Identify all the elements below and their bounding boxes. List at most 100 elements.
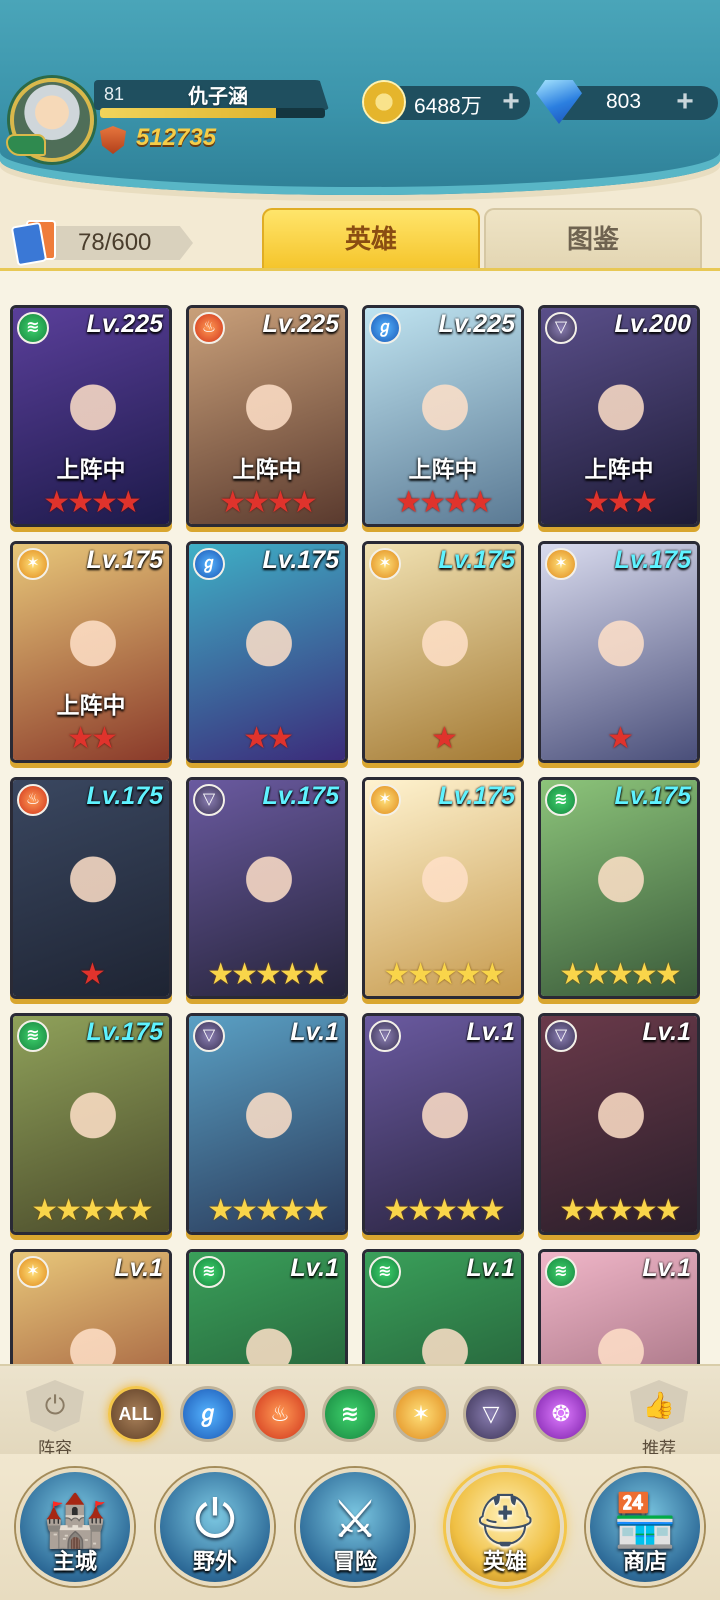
nav-label: 冒险 — [332, 1549, 377, 1574]
hero-level: Lv.175 — [86, 546, 163, 574]
filter-arcane-icon[interactable]: ❂ — [533, 1386, 589, 1442]
fire-element-icon: ♨ — [193, 312, 225, 344]
portal-icon: ⏻ — [194, 1491, 236, 1549]
hero-face — [53, 838, 133, 930]
shop-icon: 🏪 — [612, 1492, 678, 1550]
hero-card[interactable]: ✶ Lv.175 ★ — [362, 541, 524, 763]
star-rating: ★★ — [243, 722, 294, 755]
dark-element-icon: ▽ — [369, 1020, 401, 1052]
nav-heroes[interactable]: ⛑ 英雄 — [446, 1468, 564, 1586]
light-element-icon: ✶ — [17, 1256, 49, 1288]
star-rating: ★★★★ — [43, 486, 142, 519]
hero-level: Lv.175 — [86, 1018, 163, 1046]
light-element-icon: ✶ — [17, 548, 49, 580]
player-avatar[interactable] — [6, 78, 94, 162]
gold-value: 6488万 — [414, 95, 482, 118]
star-rating: ★★★★ — [219, 486, 318, 519]
hero-card[interactable]: ✶ Lv.175 ★★★★★ — [362, 777, 524, 999]
hero-card[interactable]: ♨ Lv.175 ★ — [10, 777, 172, 999]
element-filter-bar: ⏻ 阵容 ALL ℊ ♨ ≋ ✶ ▽ ❂ 👍 推荐 — [0, 1364, 720, 1458]
deployed-badge: 上阵中 — [584, 456, 654, 482]
dark-element-icon: ▽ — [545, 1020, 577, 1052]
dark-element-icon: ▽ — [545, 312, 577, 344]
knight-helmet-icon: ⛑ — [471, 1492, 539, 1550]
star-rating: ★ — [79, 958, 106, 991]
hero-face — [581, 366, 661, 458]
hero-face — [229, 1074, 309, 1166]
filter-nature-icon[interactable]: ≋ — [322, 1386, 378, 1442]
hero-card[interactable]: ≋ Lv.175 ★★★★★ — [10, 1013, 172, 1235]
castle-icon: 🏰 — [42, 1492, 108, 1550]
hero-face — [53, 602, 133, 694]
filter-light-icon[interactable]: ✶ — [393, 1386, 449, 1442]
bottom-nav: 🏰 主城 ⏻ 野外 ⚔ 冒险 ⛑ 英雄 🏪 商店 — [0, 1454, 720, 1600]
hero-level: Lv.200 — [614, 310, 691, 338]
tab-codex[interactable]: 图鉴 — [484, 208, 702, 268]
nav-wild[interactable]: ⏻ 野外 — [156, 1468, 274, 1586]
hero-face — [405, 602, 485, 694]
hero-card[interactable]: ▽ Lv.1 ★★★★★ — [538, 1013, 700, 1235]
hero-level: Lv.1 — [642, 1018, 691, 1046]
star-rating: ★★★★★ — [207, 1194, 329, 1227]
xp-bar-fill — [100, 108, 276, 118]
hero-card[interactable]: ℊ Lv.225 上阵中 ★★★★ — [362, 305, 524, 527]
hero-level: Lv.1 — [466, 1018, 515, 1046]
nav-main-city[interactable]: 🏰 主城 — [16, 1468, 134, 1586]
deployed-badge: 上阵中 — [56, 692, 126, 718]
hero-card[interactable]: ≋ Lv.1 — [186, 1249, 348, 1364]
hero-card[interactable]: ♨ Lv.225 上阵中 ★★★★ — [186, 305, 348, 527]
tab-heroes[interactable]: 英雄 — [262, 208, 480, 268]
hero-card[interactable]: ℊ Lv.175 ★★ — [186, 541, 348, 763]
hero-card[interactable]: ▽ Lv.175 ★★★★★ — [186, 777, 348, 999]
add-gems-button[interactable]: + — [670, 87, 700, 118]
star-rating: ★★★ — [583, 486, 658, 519]
recommend-button[interactable]: 👍 推荐 — [624, 1380, 694, 1459]
hero-card[interactable]: ✶ Lv.175 上阵中 ★★ — [10, 541, 172, 763]
nature-element-icon: ≋ — [193, 1256, 225, 1288]
dark-element-icon: ▽ — [193, 1020, 225, 1052]
hero-card[interactable]: ≋ Lv.1 — [362, 1249, 524, 1364]
hero-level: Lv.225 — [262, 310, 339, 338]
nav-shop[interactable]: 🏪 商店 — [586, 1468, 704, 1586]
hero-card[interactable]: ▽ Lv.1 ★★★★★ — [186, 1013, 348, 1235]
hero-face — [229, 366, 309, 458]
avatar-frame-icon — [6, 134, 46, 156]
hero-card[interactable]: ▽ Lv.1 ★★★★★ — [362, 1013, 524, 1235]
star-rating: ★★★★ — [395, 486, 494, 519]
filter-water-icon[interactable]: ℊ — [180, 1386, 236, 1442]
hero-card[interactable]: ✶ Lv.175 ★ — [538, 541, 700, 763]
add-gold-button[interactable]: + — [496, 87, 526, 118]
hero-grid-panel: ≋ Lv.225 上阵中 ★★★★ ♨ Lv.225 上阵中 ★★★★ ℊ Lv.225 上阵中 ★★… — [0, 268, 720, 1364]
water-element-icon: ℊ — [369, 312, 401, 344]
hero-level: Lv.1 — [466, 1254, 515, 1282]
light-element-icon: ✶ — [369, 548, 401, 580]
star-rating: ★★★★★ — [559, 1194, 681, 1227]
nav-label: 商店 — [622, 1549, 667, 1574]
hero-card[interactable]: ✶ Lv.1 — [10, 1249, 172, 1364]
hero-face — [229, 838, 309, 930]
star-rating: ★★★★★ — [383, 1194, 505, 1227]
hero-count: 78/600 — [78, 229, 152, 256]
filter-fire-icon[interactable]: ♨ — [252, 1386, 308, 1442]
hero-cards-icon — [10, 220, 60, 267]
nav-label: 主城 — [52, 1549, 97, 1574]
nav-label: 英雄 — [482, 1549, 527, 1574]
hero-level: Lv.175 — [86, 782, 163, 810]
star-rating: ★ — [431, 722, 458, 755]
nature-element-icon: ≋ — [545, 784, 577, 816]
star-rating: ★★★★★ — [31, 1194, 153, 1227]
nav-adventure[interactable]: ⚔ 冒险 — [296, 1468, 414, 1586]
nav-label: 野外 — [192, 1549, 237, 1574]
nature-element-icon: ≋ — [369, 1256, 401, 1288]
combat-power-value: 512735 — [136, 124, 217, 151]
hero-card[interactable]: ≋ Lv.1 — [538, 1249, 700, 1364]
hero-card[interactable]: ▽ Lv.200 上阵中 ★★★ — [538, 305, 700, 527]
filter-dark-icon[interactable]: ▽ — [463, 1386, 519, 1442]
hero-card[interactable]: ≋ Lv.225 上阵中 ★★★★ — [10, 305, 172, 527]
hero-card[interactable]: ≋ Lv.175 ★★★★★ — [538, 777, 700, 999]
hero-level: Lv.225 — [438, 310, 515, 338]
hero-face — [405, 1074, 485, 1166]
star-rating: ★★★★★ — [207, 958, 329, 991]
filter-all-button[interactable]: ALL — [108, 1386, 164, 1442]
lineup-button[interactable]: ⏻ 阵容 — [20, 1380, 90, 1459]
